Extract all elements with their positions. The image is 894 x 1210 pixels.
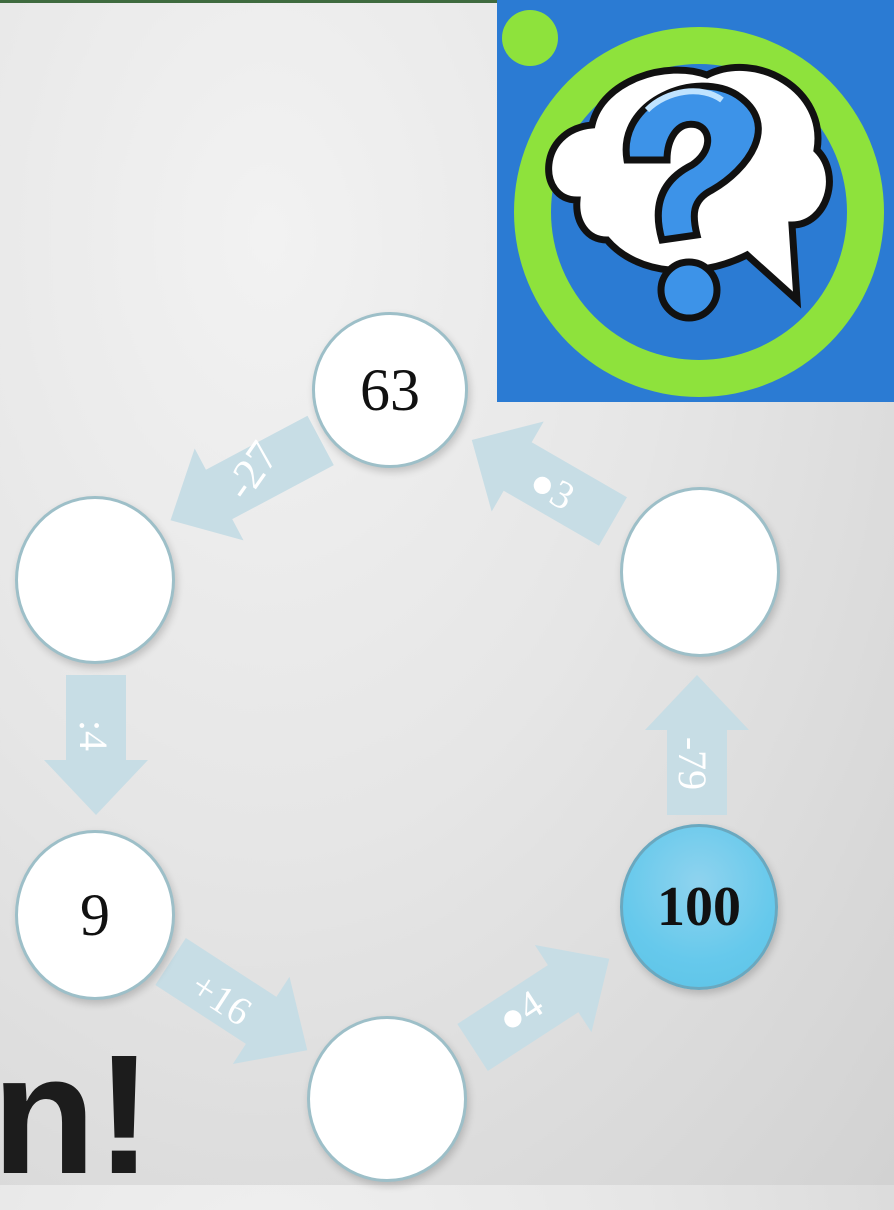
node-upper-right[interactable] — [620, 487, 780, 657]
node-upper-left[interactable] — [15, 496, 175, 664]
node-bottom[interactable] — [307, 1016, 467, 1182]
node-top: 63 — [312, 312, 468, 468]
partial-heading-text: n! — [0, 1020, 153, 1210]
node-lower-right-start: 100 — [620, 824, 778, 990]
node-lower-left: 9 — [15, 830, 175, 1000]
op-label-lower-right-to-upper-right: -79 — [670, 736, 716, 791]
op-label-upper-left-to-lower-left: :4 — [71, 719, 117, 752]
